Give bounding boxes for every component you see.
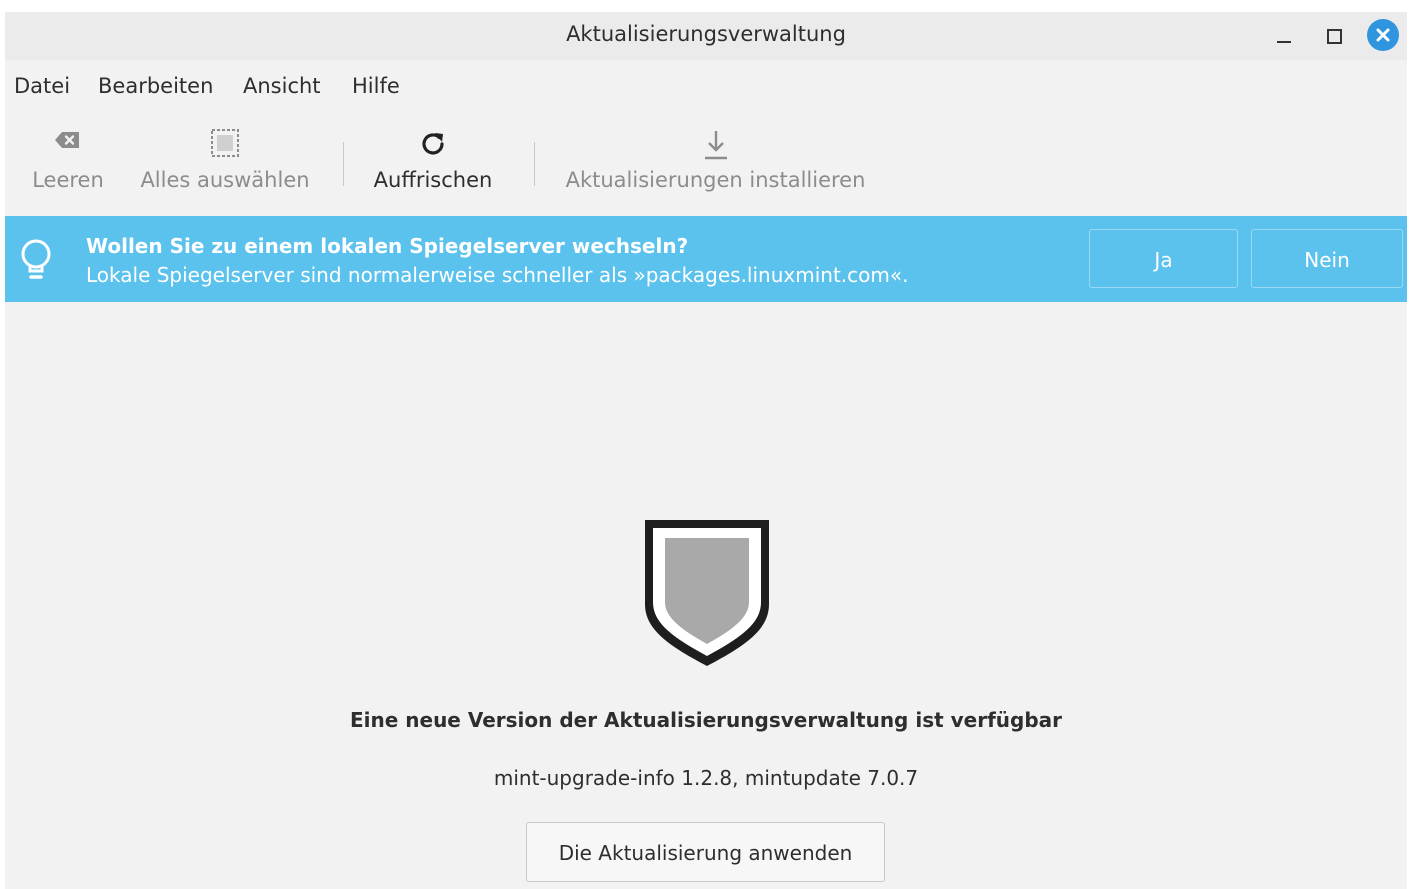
toolbar-separator bbox=[343, 142, 344, 186]
toolbar-separator bbox=[534, 142, 535, 186]
update-manager-window: Aktualisierungsverwaltung Datei Bearbeit… bbox=[5, 12, 1407, 889]
shield-icon bbox=[641, 516, 773, 674]
upgrade-headline: Eine neue Version der Aktualisierungsver… bbox=[349, 708, 1063, 732]
lightbulb-icon bbox=[17, 238, 55, 286]
title-bar[interactable]: Aktualisierungsverwaltung bbox=[5, 12, 1407, 60]
mirror-info-bar: Wollen Sie zu einem lokalen Spiegelserve… bbox=[5, 216, 1407, 302]
no-button[interactable]: Nein bbox=[1251, 229, 1403, 288]
yes-button[interactable]: Ja bbox=[1089, 229, 1238, 288]
toolbar: Leeren Alles auswählen Auffrischen Aktua… bbox=[5, 120, 1407, 216]
select-all-icon bbox=[210, 128, 240, 162]
menu-datei[interactable]: Datei bbox=[14, 74, 70, 98]
clear-label: Leeren bbox=[32, 168, 104, 192]
download-icon bbox=[701, 128, 731, 166]
refresh-button[interactable]: Auffrischen bbox=[361, 120, 505, 210]
refresh-icon bbox=[417, 128, 449, 164]
menu-hilfe[interactable]: Hilfe bbox=[352, 74, 400, 98]
clear-button[interactable]: Leeren bbox=[15, 120, 121, 210]
refresh-label: Auffrischen bbox=[373, 168, 493, 192]
select-all-label: Alles auswählen bbox=[140, 168, 310, 192]
clear-icon bbox=[53, 128, 83, 156]
close-icon[interactable] bbox=[1367, 19, 1399, 51]
select-all-button[interactable]: Alles auswählen bbox=[129, 120, 321, 210]
maximize-icon[interactable] bbox=[1318, 20, 1350, 52]
install-updates-button[interactable]: Aktualisierungen installieren bbox=[553, 120, 878, 210]
info-title: Wollen Sie zu einem lokalen Spiegelserve… bbox=[86, 234, 689, 258]
install-updates-label: Aktualisierungen installieren bbox=[565, 168, 866, 192]
menu-bearbeiten[interactable]: Bearbeiten bbox=[98, 74, 213, 98]
main-content: Eine neue Version der Aktualisierungsver… bbox=[5, 302, 1407, 889]
version-info: mint-upgrade-info 1.2.8, mintupdate 7.0.… bbox=[493, 766, 919, 790]
menu-ansicht[interactable]: Ansicht bbox=[243, 74, 321, 98]
menu-bar: Datei Bearbeiten Ansicht Hilfe bbox=[5, 70, 1407, 110]
minimize-icon[interactable] bbox=[1268, 20, 1300, 52]
info-text: Lokale Spiegelserver sind normalerweise … bbox=[86, 263, 909, 287]
window-title: Aktualisierungsverwaltung bbox=[566, 22, 846, 46]
apply-update-button[interactable]: Die Aktualisierung anwenden bbox=[526, 822, 885, 882]
